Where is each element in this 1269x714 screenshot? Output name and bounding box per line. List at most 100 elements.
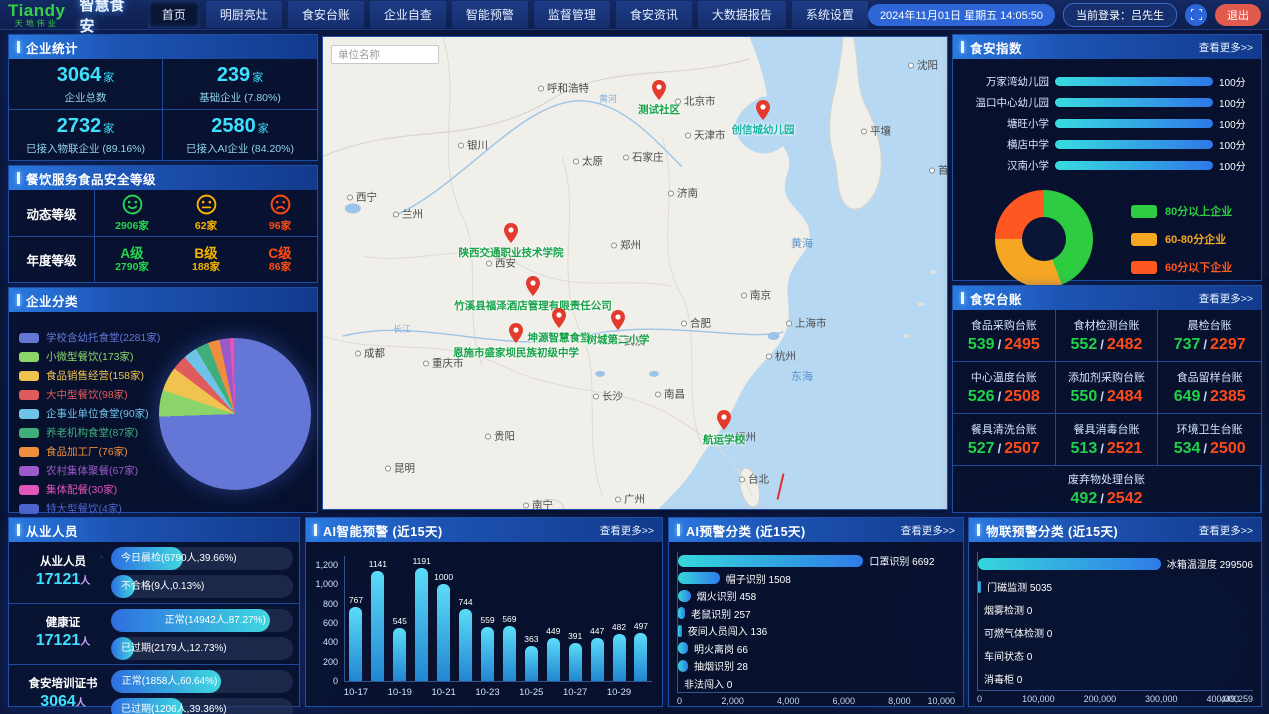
frown-face-icon — [243, 194, 317, 220]
ai-bar-slot-9: 36310-25 — [521, 556, 541, 681]
map-marker-pin[interactable] — [717, 410, 731, 430]
ai-bar-slot-5: 100010-21 — [434, 556, 454, 681]
iot-class-row-4: 可燃气体检测 0 — [978, 621, 1253, 644]
nav-item-9[interactable]: 系统设置 — [792, 1, 868, 28]
ledger-name: 餐具消毒台账 — [1073, 421, 1139, 437]
map-background — [323, 37, 947, 509]
ledger-done-count: 526 — [968, 388, 995, 405]
nav-item-5[interactable]: 智能预警 — [452, 1, 528, 28]
china-map[interactable]: 沈阳呼和浩特北京市天津市石家庄太原济南银川西宁兰州郑州西安南京上海市合肥杭州武汉… — [322, 36, 948, 510]
ai-bar-value: 482 — [612, 622, 626, 632]
staff-bar-text: 今日晨检(6790人,39.66%) — [121, 547, 237, 570]
nav-item-1[interactable]: 首页 — [148, 1, 200, 28]
city-dot — [908, 62, 914, 68]
iot-class-label: 烟雾检测 0 — [984, 602, 1032, 617]
map-marker-pin[interactable] — [526, 276, 540, 296]
stat-unit: 家 — [103, 123, 114, 135]
city-name: 成都 — [364, 346, 385, 361]
view-more-link[interactable]: 查看更多>> — [600, 523, 654, 538]
legend-label: 学校含幼托食堂(2281家) — [46, 330, 160, 345]
ai-bar — [459, 609, 472, 681]
ledger-name: 餐具清洗台账 — [971, 421, 1037, 437]
grade-cell-2-1: A级2790家 — [95, 246, 169, 274]
ai-bar-slot-1: 76710-17 — [346, 556, 366, 681]
map-city-4: 天津市 — [685, 128, 726, 143]
ai-class-label: 明火离岗 66 — [694, 641, 748, 656]
view-more-link[interactable]: 查看更多>> — [1199, 291, 1253, 306]
ai-bar — [415, 568, 428, 681]
map-marker-pin[interactable] — [652, 80, 666, 100]
city-dot — [685, 132, 691, 138]
nav-item-8[interactable]: 大数据报告 — [698, 1, 786, 28]
map-marker-pin[interactable] — [504, 223, 518, 243]
ai-y-label: 1,200 — [306, 560, 338, 570]
city-name: 郑州 — [620, 238, 641, 253]
ai-class-bar — [678, 660, 688, 672]
view-more-link[interactable]: 查看更多>> — [1199, 523, 1253, 538]
view-more-link[interactable]: 查看更多>> — [901, 523, 955, 538]
map-marker-pin[interactable] — [552, 308, 566, 328]
ai-class-chart: 口罩识别 6692帽子识别 1508烟火识别 458老鼠识别 257夜间人员闯入… — [669, 542, 963, 706]
legend-label: 养老机构食堂(87家) — [46, 425, 138, 440]
ai-y-label: 200 — [306, 657, 338, 667]
ledger-done-count: 527 — [968, 440, 995, 457]
city-dot — [355, 350, 361, 356]
map-marker-pin[interactable] — [756, 100, 770, 120]
stat-unit: 家 — [258, 123, 269, 135]
map-city-8: 银川 — [458, 138, 488, 153]
nav-item-6[interactable]: 监督管理 — [534, 1, 610, 28]
legend-swatch — [19, 504, 39, 514]
ledger-cell-6: 食品留样台账649/2385 — [1158, 362, 1261, 414]
nav-item-2[interactable]: 明厨亮灶 — [206, 1, 282, 28]
ai-warning-chart: 76710-17114154510-191191100010-217445591… — [306, 542, 662, 706]
city-dot — [538, 85, 544, 91]
donut-legend-swatch — [1131, 233, 1157, 246]
city-dot — [458, 142, 464, 148]
city-dot — [786, 320, 792, 326]
staff-row-header: 食安培训证书3064人 — [15, 677, 111, 713]
fullscreen-button[interactable] — [1185, 4, 1207, 26]
panel-header: 餐饮服务食品安全等级 — [9, 166, 317, 190]
legend-item-1: 学校含幼托食堂(2281家) — [19, 328, 160, 347]
ledger-total-count: 2495 — [1004, 336, 1040, 353]
donut-legend: 80分以上企业60-80分企业60分以下企业 — [1131, 203, 1232, 275]
logout-button[interactable]: 退出 — [1215, 4, 1261, 26]
panel-header: 物联预警分类 (近15天) 查看更多>> — [969, 518, 1261, 542]
ai-bar — [525, 646, 538, 681]
nav-item-7[interactable]: 食安资讯 — [616, 1, 692, 28]
ai-class-label: 帽子识别 1508 — [726, 571, 791, 586]
nav-item-4[interactable]: 企业自查 — [370, 1, 446, 28]
city-dot — [861, 128, 867, 134]
nav-item-3[interactable]: 食安台账 — [288, 1, 364, 28]
panel-ai-warning: AI智能预警 (近15天) 查看更多>> 76710-17114154510-1… — [305, 517, 663, 707]
map-marker-label: 竹溪县福泽酒店管理有限责任公司 — [454, 298, 612, 313]
ledger-cell-10: 废弃物处理台账492/2542 — [953, 466, 1261, 512]
staff-row-bars: 正常(1858人,60.64%)已过期(1206人,39.36%) — [111, 670, 293, 714]
legend-label: 农村集体聚餐(67家) — [46, 463, 138, 478]
ai-bar-slot-10: 449 — [543, 556, 563, 681]
map-marker-pin[interactable] — [611, 310, 625, 330]
map-marker-label: 陕西交通职业技术学院 — [459, 245, 564, 260]
panel-title: AI智能预警 (近15天) — [323, 521, 600, 540]
school-name: 横店中学 — [957, 137, 1049, 152]
ai-bar — [349, 607, 362, 681]
ai-bar-value: 363 — [524, 634, 538, 644]
grade-level: A级 — [95, 246, 169, 262]
ledger-done-count: 513 — [1071, 440, 1098, 457]
grade-level: C级 — [243, 246, 317, 262]
legend-label: 企事业单位食堂(90家) — [46, 406, 149, 421]
pie-legend: 学校含幼托食堂(2281家)小微型餐饮(173家)食品销售经营(158家)大中型… — [19, 328, 160, 518]
map-search-input[interactable] — [331, 45, 439, 64]
city-dot — [929, 167, 935, 173]
ai-bar-slot-7: 55910-23 — [477, 556, 497, 681]
view-more-link[interactable]: 查看更多>> — [1199, 40, 1253, 55]
map-marker-pin[interactable] — [509, 323, 523, 343]
map-marker-label: 航运学校 — [703, 432, 745, 447]
panel-header: 食安指数 查看更多>> — [953, 35, 1261, 59]
city-name: 长沙 — [602, 389, 623, 404]
ai-bar-slot-2: 1141 — [368, 556, 388, 681]
map-marker-label: 坤源智慧食堂 — [528, 330, 591, 345]
ai-bar — [547, 638, 560, 681]
map-city-11: 郑州 — [611, 238, 641, 253]
ai-class-axis-tick: 0 — [677, 696, 682, 706]
